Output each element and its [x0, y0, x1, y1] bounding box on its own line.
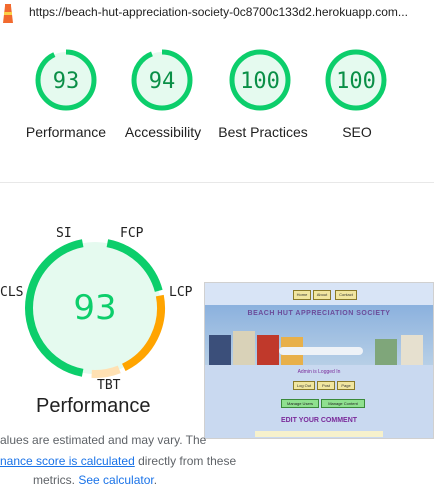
gauge-ring: 100: [325, 49, 387, 111]
score-gauge[interactable]: 94: [130, 48, 194, 112]
report-url[interactable]: https://beach-hut-appreciation-society-0…: [29, 5, 408, 19]
screenshot-header: Home About Contact: [205, 283, 433, 305]
score-gauge[interactable]: 93: [34, 48, 98, 112]
page-screenshot[interactable]: Home About Contact BEACH HUT APPRECIATIO…: [204, 282, 434, 439]
hut-image: [375, 339, 397, 365]
score-gauge[interactable]: 100: [324, 48, 388, 112]
estimate-note-line1: alues are estimated and may vary. The: [0, 433, 207, 447]
screenshot-nav-home: Home: [293, 290, 311, 300]
performance-title: Performance: [36, 395, 151, 417]
hut-image: [257, 335, 279, 365]
score-value: 93: [53, 69, 80, 94]
hut-image: [209, 335, 231, 365]
metric-tbt[interactable]: TBT: [97, 378, 120, 393]
estimate-note-line2-text: directly from these: [134, 454, 237, 468]
screenshot-nav-contact: Contact: [335, 290, 357, 300]
score-label: Performance: [25, 124, 107, 140]
hut-image: [401, 335, 423, 365]
score-value: 100: [240, 69, 280, 94]
report-url-bar: https://beach-hut-appreciation-society-0…: [0, 0, 434, 26]
screenshot-manage-content-button: Manage Content: [321, 399, 365, 408]
divider: [0, 182, 434, 183]
gauge-ring: 93: [35, 49, 97, 111]
lighthouse-icon: [3, 4, 13, 23]
metric-fcp[interactable]: FCP: [120, 226, 143, 241]
screenshot-nav-about: About: [313, 290, 331, 300]
metric-si[interactable]: SI: [56, 226, 72, 241]
estimate-note-line3: metrics. See calculator.: [33, 470, 434, 490]
score-label: SEO: [342, 124, 372, 140]
metric-cls[interactable]: CLS: [0, 285, 23, 300]
screenshot-search: [279, 347, 363, 355]
score-value: 94: [149, 69, 176, 94]
estimate-note-line2: nance score is calculated directly from …: [0, 451, 434, 471]
gauge-ring: 100: [229, 49, 291, 111]
performance-score: 93: [73, 288, 116, 328]
gauge-ring: 94: [131, 49, 193, 111]
screenshot-logout-button: Log Out: [293, 381, 315, 390]
score-label: Accessibility: [124, 124, 202, 140]
screenshot-hero: BEACH HUT APPRECIATION SOCIETY: [205, 305, 433, 365]
hut-image: [233, 331, 255, 365]
screenshot-logged-in: Admin is Logged In: [297, 369, 341, 375]
score-value: 100: [336, 69, 376, 94]
screenshot-edit-heading: EDIT YOUR COMMENT: [280, 417, 358, 424]
metric-lcp[interactable]: LCP: [169, 285, 192, 300]
score-calculation-link[interactable]: nance score is calculated: [0, 454, 135, 468]
performance-gauge: 93: [25, 238, 165, 378]
estimate-note: alues are estimated and may vary. The: [0, 430, 434, 450]
screenshot-post-button: Post: [317, 381, 335, 390]
screenshot-manage-users-button: Manage Users: [281, 399, 319, 408]
score-gauge[interactable]: 100: [228, 48, 292, 112]
screenshot-page-button: Page: [337, 381, 355, 390]
screenshot-hero-title: BEACH HUT APPRECIATION SOCIETY: [247, 310, 391, 317]
